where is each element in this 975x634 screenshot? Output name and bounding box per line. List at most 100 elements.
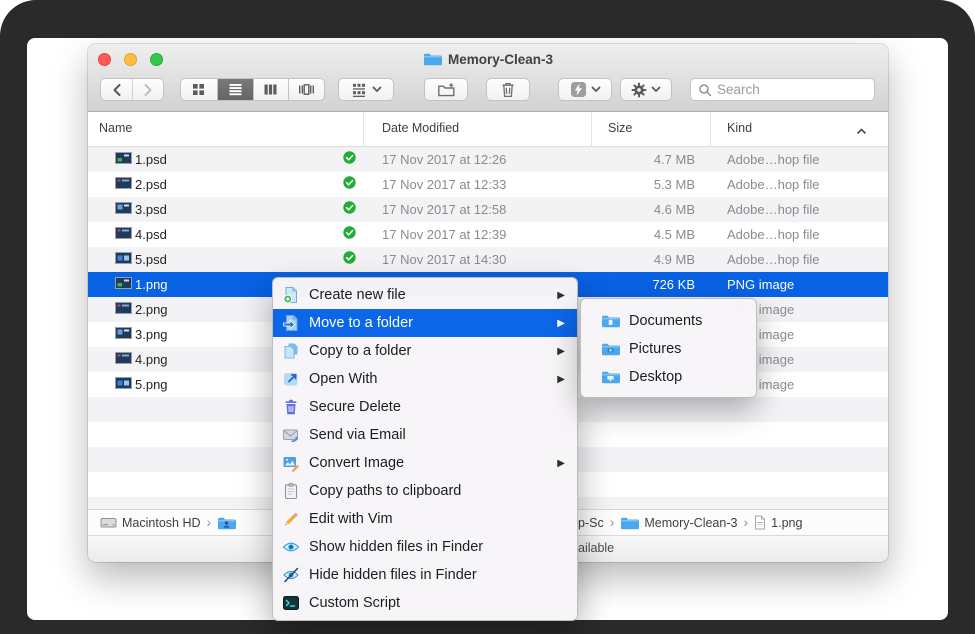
menu-item-custom-script[interactable]: Custom Script bbox=[273, 589, 577, 617]
sort-caret-up-icon bbox=[856, 124, 867, 138]
file-thumbnail-icon bbox=[115, 247, 132, 272]
view-mode-column-view-button[interactable] bbox=[253, 79, 289, 100]
doc-arrow-icon bbox=[282, 314, 300, 332]
arrange-grid-icon bbox=[351, 82, 367, 98]
list-view-icon bbox=[228, 82, 243, 97]
action-gear-button[interactable] bbox=[620, 78, 672, 101]
menu-item-open-with[interactable]: Open With ▶ bbox=[273, 365, 577, 393]
trash-outline-icon bbox=[501, 81, 515, 98]
view-mode-coverflow-view-button[interactable] bbox=[288, 79, 324, 100]
menu-item-edit-with-vim[interactable]: Edit with Vim bbox=[273, 505, 577, 533]
submenu-arrow-icon: ▶ bbox=[557, 346, 565, 357]
path-segment[interactable]: 1.png bbox=[754, 515, 802, 530]
folder-icon bbox=[620, 516, 639, 530]
delete-button[interactable] bbox=[486, 78, 530, 101]
search-icon bbox=[698, 83, 712, 97]
eye-slash-icon bbox=[282, 566, 300, 584]
app-action-button[interactable] bbox=[558, 78, 612, 101]
menu-item-hide-hidden-files-in-finder[interactable]: Hide hidden files in Finder bbox=[273, 561, 577, 589]
submenu-item-desktop[interactable]: Desktop bbox=[581, 363, 756, 391]
file-thumbnail-icon bbox=[115, 272, 132, 297]
path-segment-label: p-Sc bbox=[578, 516, 604, 530]
column-divider[interactable] bbox=[710, 112, 711, 147]
file-date: 17 Nov 2017 at 12:33 bbox=[382, 172, 506, 197]
file-row-2.psd[interactable]: 2.psd17 Nov 2017 at 12:335.3 MBAdobe…hop… bbox=[88, 172, 888, 197]
file-size: 4.5 MB bbox=[591, 222, 695, 247]
folder-desktop-icon bbox=[601, 370, 620, 384]
submenu-arrow-icon: ▶ bbox=[557, 374, 565, 385]
submenu-arrow-icon: ▶ bbox=[557, 458, 565, 469]
file-row-1.psd[interactable]: 1.psd17 Nov 2017 at 12:264.7 MBAdobe…hop… bbox=[88, 147, 888, 172]
path-segment-label: Macintosh HD bbox=[122, 516, 201, 530]
column-divider[interactable] bbox=[363, 112, 364, 147]
view-mode-icon-view-button[interactable] bbox=[181, 79, 217, 100]
file-size: 4.7 MB bbox=[591, 147, 695, 172]
path-right-group: p-Sc›Memory-Clean-3›1.png bbox=[578, 510, 802, 535]
menu-item-label: Edit with Vim bbox=[309, 511, 393, 527]
file-thumbnail-icon bbox=[115, 222, 132, 247]
file-row-4.psd[interactable]: 4.psd17 Nov 2017 at 12:394.5 MBAdobe…hop… bbox=[88, 222, 888, 247]
view-mode-list-view-button[interactable] bbox=[217, 79, 253, 100]
submenu-arrow-icon: ▶ bbox=[557, 290, 565, 301]
sync-check-badge-icon bbox=[343, 197, 356, 222]
path-segment[interactable] bbox=[217, 516, 236, 530]
eye-icon bbox=[282, 538, 300, 556]
menu-item-show-hidden-files-in-finder[interactable]: Show hidden files in Finder bbox=[273, 533, 577, 561]
menu-item-label: Open With bbox=[309, 371, 378, 387]
submenu-item-label: Desktop bbox=[629, 369, 682, 385]
chevron-down-icon bbox=[591, 86, 601, 93]
zoom-button[interactable] bbox=[150, 53, 163, 66]
path-segment[interactable]: p-Sc bbox=[578, 516, 604, 530]
column-divider[interactable] bbox=[591, 112, 592, 147]
menu-item-label: Custom Script bbox=[309, 595, 400, 611]
sync-check-badge-icon bbox=[343, 147, 356, 172]
minimize-button[interactable] bbox=[124, 53, 137, 66]
column-headers: Name Date Modified Size Kind bbox=[88, 112, 888, 147]
sync-check-badge-icon bbox=[343, 222, 356, 247]
file-size: 5.3 MB bbox=[591, 172, 695, 197]
close-button[interactable] bbox=[98, 53, 111, 66]
file-name: 1.psd bbox=[135, 147, 167, 172]
column-header-date[interactable]: Date Modified bbox=[382, 121, 459, 135]
search-field[interactable] bbox=[690, 78, 875, 101]
menu-item-convert-image[interactable]: Convert Image ▶ bbox=[273, 449, 577, 477]
convert-image-icon bbox=[282, 454, 300, 472]
menu-item-copy-paths-to-clipboard[interactable]: Copy paths to clipboard bbox=[273, 477, 577, 505]
icon-view-icon bbox=[191, 82, 206, 97]
menu-item-copy-to-a-folder[interactable]: Copy to a folder▶ bbox=[273, 337, 577, 365]
file-name: 1.png bbox=[135, 272, 168, 297]
folder-icon bbox=[423, 52, 442, 66]
file-row-5.psd[interactable]: 5.psd17 Nov 2017 at 14:304.9 MBAdobe…hop… bbox=[88, 247, 888, 272]
file-name: 2.psd bbox=[135, 172, 167, 197]
chevron-down-icon bbox=[651, 86, 661, 93]
folder-pictures-icon bbox=[601, 342, 620, 356]
path-segment[interactable]: Macintosh HD bbox=[100, 515, 201, 530]
email-icon bbox=[282, 426, 300, 444]
nav-buttons bbox=[100, 78, 164, 101]
menu-item-label: Send via Email bbox=[309, 427, 406, 443]
column-header-size[interactable]: Size bbox=[608, 121, 632, 135]
path-segment[interactable]: Memory-Clean-3 bbox=[620, 516, 737, 530]
menu-item-create-new-file[interactable]: Create new file▶ bbox=[273, 281, 577, 309]
file-row-3.psd[interactable]: 3.psd17 Nov 2017 at 12:584.6 MBAdobe…hop… bbox=[88, 197, 888, 222]
submenu-item-pictures[interactable]: Pictures bbox=[581, 335, 756, 363]
search-input[interactable] bbox=[717, 82, 847, 97]
open-with-icon bbox=[282, 370, 300, 388]
menu-item-secure-delete[interactable]: Secure Delete bbox=[273, 393, 577, 421]
back-button[interactable] bbox=[101, 79, 132, 100]
menu-item-label: Copy paths to clipboard bbox=[309, 483, 461, 499]
menu-item-label: Hide hidden files in Finder bbox=[309, 567, 477, 583]
new-folder-button[interactable] bbox=[424, 78, 468, 101]
column-header-name[interactable]: Name bbox=[99, 121, 132, 135]
folder-documents-icon bbox=[601, 314, 620, 328]
menu-item-move-to-a-folder[interactable]: Move to a folder▶ bbox=[273, 309, 577, 337]
file-thumbnail-icon bbox=[115, 147, 132, 172]
file-thumbnail-icon bbox=[115, 347, 132, 372]
menu-item-label: Convert Image bbox=[309, 455, 404, 471]
file-name: 5.png bbox=[135, 372, 168, 397]
menu-item-send-via-email[interactable]: Send via Email bbox=[273, 421, 577, 449]
arrange-button[interactable] bbox=[338, 78, 394, 101]
column-header-kind[interactable]: Kind bbox=[727, 121, 752, 135]
submenu-item-documents[interactable]: Documents bbox=[581, 307, 756, 335]
forward-button[interactable] bbox=[132, 79, 163, 100]
